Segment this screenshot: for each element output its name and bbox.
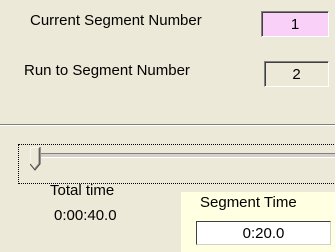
- run-to-segment-label: Run to Segment Number: [24, 62, 190, 79]
- segment-slider-thumb[interactable]: [30, 147, 41, 171]
- current-segment-value: 1: [261, 11, 329, 37]
- segment-time-label: Segment Time: [200, 194, 297, 211]
- section-divider: [0, 124, 335, 126]
- total-time-label: Total time: [50, 182, 115, 199]
- segment-slider-focus-frame: [18, 144, 335, 184]
- total-time-value: 0:00:40.0: [54, 207, 117, 224]
- segment-slider-track[interactable]: [36, 153, 335, 158]
- current-segment-label: Current Segment Number: [30, 12, 202, 29]
- segment-time-input[interactable]: [196, 221, 331, 245]
- run-to-segment-value[interactable]: 2: [264, 61, 329, 87]
